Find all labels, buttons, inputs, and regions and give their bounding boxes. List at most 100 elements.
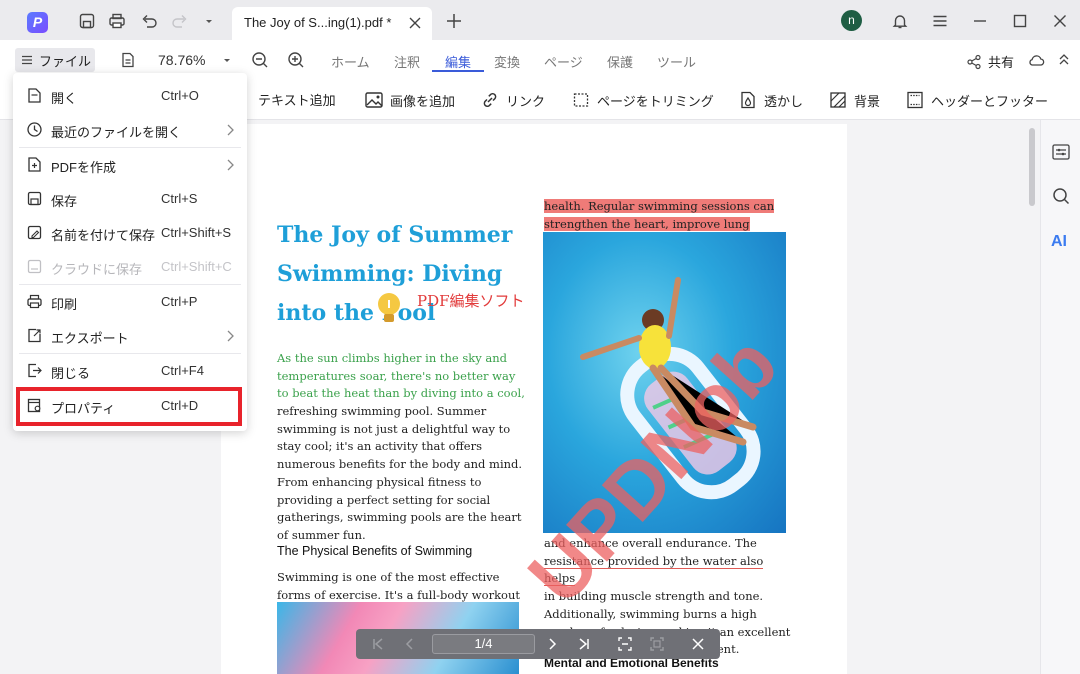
menu-item-recent-label: 最近のファイルを開く (51, 125, 182, 140)
menu-item-open[interactable]: 開く Ctrl+O (13, 79, 247, 113)
avatar[interactable]: n (841, 10, 862, 31)
menu-item-print-shortcut: Ctrl+P (161, 294, 198, 309)
previous-page-icon[interactable] (402, 636, 418, 652)
fit-width-icon[interactable] (617, 636, 633, 652)
tab-tools[interactable]: ツール (657, 52, 696, 71)
menu-item-save-shortcut: Ctrl+S (161, 191, 198, 206)
save-as-icon (27, 225, 42, 240)
page-navigator: 1/4 (356, 629, 720, 659)
add-text-button[interactable]: テキスト追加 (258, 90, 336, 109)
menu-item-open-label: 開く (51, 91, 78, 106)
link-button[interactable]: リンク (480, 90, 545, 110)
redo-icon[interactable] (171, 12, 189, 30)
menu-lines-icon (22, 55, 32, 65)
menu-item-export-label: エクスポート (51, 331, 129, 346)
page-view-icon[interactable] (119, 51, 137, 69)
print-icon (27, 294, 42, 309)
svg-text:AI: AI (1051, 233, 1067, 250)
menu-item-create-pdf[interactable]: PDFを作成 (13, 148, 247, 182)
document-tab-title: The Joy of S...ing(1).pdf * (244, 15, 392, 30)
close-tab-icon[interactable] (408, 16, 422, 30)
background-label: 背景 (854, 93, 881, 109)
export-icon (28, 328, 41, 343)
properties-panel-icon[interactable] (1051, 142, 1071, 162)
menu-item-save-as[interactable]: 名前を付けて保存 Ctrl+Shift+S (13, 216, 247, 250)
cloud-save-icon (27, 259, 42, 274)
vertical-scrollbar[interactable] (1029, 128, 1035, 206)
pdf-page: The Joy of Summer Swimming: Diving into … (221, 124, 847, 674)
bell-icon[interactable] (891, 12, 909, 30)
menu-item-save-cloud: クラウドに保存 Ctrl+Shift+C (13, 250, 247, 284)
tab-page[interactable]: ページ (544, 52, 583, 71)
watermark-label: 透かし (764, 93, 804, 109)
document-tab[interactable]: The Joy of S...ing(1).pdf * (232, 7, 432, 40)
last-page-icon[interactable] (576, 636, 592, 652)
menu-item-save[interactable]: 保存 Ctrl+S (13, 182, 247, 216)
save-icon[interactable] (78, 12, 96, 30)
menu-item-save-as-label: 名前を付けて保存 (51, 228, 156, 243)
page-number-input[interactable]: 1/4 (432, 634, 535, 654)
maximize-icon[interactable] (1011, 12, 1029, 30)
background-icon (830, 92, 846, 108)
tab-home[interactable]: ホーム (331, 52, 370, 71)
highlight-line-1: health. Regular swimming sessions can (544, 199, 775, 213)
menu-item-save-cloud-shortcut: Ctrl+Shift+C (161, 259, 232, 274)
title-bar: P The Joy of S...ing(1).pdf * n (0, 0, 1080, 40)
menu-item-close-label: 閉じる (51, 366, 91, 381)
search-icon[interactable] (1051, 186, 1071, 206)
add-image-button[interactable]: 画像を追加 (364, 90, 455, 110)
add-image-label: 画像を追加 (390, 93, 456, 109)
menu-item-close[interactable]: 閉じる Ctrl+F4 (13, 354, 247, 388)
crop-icon (573, 93, 589, 107)
watermark-button[interactable]: 透かし (738, 90, 803, 110)
tab-convert[interactable]: 変換 (494, 52, 520, 71)
tab-protect[interactable]: 保護 (607, 52, 633, 71)
right-line-1: and enhance overall endurance. The (544, 536, 757, 550)
menu-item-print[interactable]: 印刷 Ctrl+P (13, 285, 247, 319)
zoom-dropdown-icon[interactable] (218, 51, 236, 69)
file-menu-label: ファイル (39, 53, 92, 69)
open-icon (28, 88, 41, 103)
section-heading: The Physical Benefits of Swimming (277, 544, 473, 558)
cloud-icon[interactable] (1027, 51, 1045, 69)
menu-item-save-as-shortcut: Ctrl+Shift+S (161, 225, 232, 240)
fit-page-icon[interactable] (649, 636, 665, 652)
file-menu-button[interactable]: ファイル (15, 48, 95, 72)
menu-item-recent[interactable]: 最近のファイルを開く (13, 113, 247, 147)
share-label: 共有 (988, 55, 1015, 70)
close-navigator-icon[interactable] (690, 636, 706, 652)
collapse-ribbon-icon[interactable] (1055, 51, 1073, 69)
tab-edit[interactable]: 編集 (445, 52, 471, 71)
lightbulb-icon (378, 293, 400, 322)
zoom-in-icon[interactable] (287, 51, 305, 69)
ai-assistant-icon[interactable]: AI (1051, 230, 1071, 250)
close-window-icon[interactable] (1051, 12, 1069, 30)
menu-item-export[interactable]: エクスポート (13, 319, 247, 353)
crop-page-button[interactable]: ページをトリミング (571, 90, 714, 110)
zoom-out-icon[interactable] (251, 51, 269, 69)
undo-icon[interactable] (140, 12, 158, 30)
first-page-icon[interactable] (370, 636, 386, 652)
new-tab-icon[interactable] (445, 12, 463, 30)
link-label: リンク (506, 93, 546, 109)
background-button[interactable]: 背景 (828, 90, 880, 110)
share-button[interactable]: 共有 (966, 52, 1014, 71)
next-page-icon[interactable] (544, 636, 560, 652)
hamburger-menu-icon[interactable] (931, 12, 949, 30)
close-file-icon (28, 363, 42, 378)
menu-item-close-shortcut: Ctrl+F4 (161, 363, 204, 378)
save-icon (27, 191, 42, 206)
chevron-right-icon (227, 330, 234, 342)
quick-access-dropdown-icon[interactable] (200, 12, 218, 30)
print-icon[interactable] (108, 12, 126, 30)
share-icon (967, 54, 981, 69)
right-line-2: resistance provided by the water also he… (544, 553, 764, 587)
menu-item-print-label: 印刷 (51, 297, 78, 312)
intro-green-text: As the sun climbs higher in the sky and … (277, 351, 525, 401)
clock-icon (27, 122, 42, 137)
minimize-icon[interactable] (971, 12, 989, 30)
header-footer-button[interactable]: ヘッダーとフッター (905, 90, 1048, 110)
chevron-right-icon (227, 159, 234, 171)
tab-annotate[interactable]: 注釈 (394, 52, 420, 71)
zoom-value[interactable]: 78.76% (158, 52, 205, 68)
